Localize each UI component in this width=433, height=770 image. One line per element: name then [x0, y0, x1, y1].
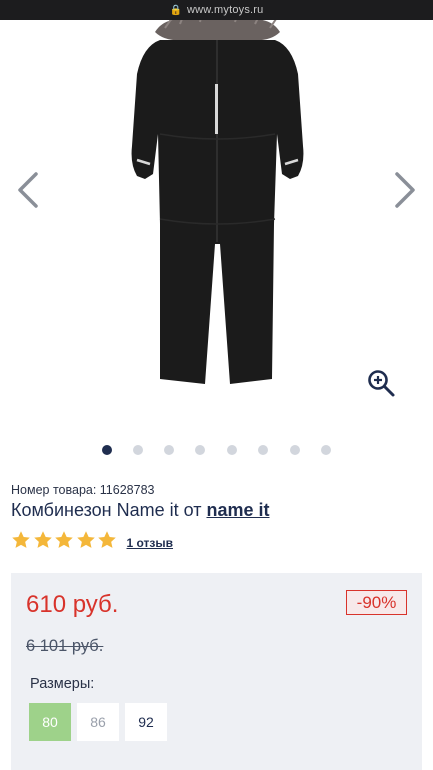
browser-address-bar[interactable]: 🔒 www.mytoys.ru: [0, 0, 433, 20]
size-option[interactable]: 80: [29, 703, 71, 741]
pagination-dot[interactable]: [164, 445, 174, 455]
chevron-left-icon[interactable]: [14, 170, 44, 210]
brand-link[interactable]: name it: [206, 500, 269, 520]
star-icon: [98, 531, 116, 548]
chevron-right-icon[interactable]: [389, 170, 419, 210]
sizes-label: Размеры:: [30, 676, 95, 692]
size-option: 86: [77, 703, 119, 741]
discount-badge: -90%: [346, 590, 407, 615]
star-icon: [33, 531, 52, 548]
pagination-dot[interactable]: [102, 445, 112, 455]
lock-icon: 🔒: [169, 4, 182, 16]
rating-stars: [11, 530, 119, 550]
pagination-dot[interactable]: [227, 445, 237, 455]
size-option[interactable]: 92: [125, 703, 167, 741]
gallery-pagination: [0, 444, 433, 456]
current-price: 610 руб.: [26, 591, 119, 618]
url-text: www.mytoys.ru: [186, 4, 264, 16]
product-title: Комбинезон Name it от name it: [11, 500, 270, 521]
star-icon: [12, 531, 30, 548]
old-price: 6 101 руб.: [26, 637, 104, 655]
product-sku: Номер товара: 11628783: [11, 483, 155, 497]
star-icon: [76, 531, 95, 548]
pagination-dot[interactable]: [290, 445, 300, 455]
pagination-dot[interactable]: [321, 445, 331, 455]
star-icon: [55, 531, 73, 548]
pagination-dot[interactable]: [258, 445, 268, 455]
pagination-dot[interactable]: [133, 445, 143, 455]
price-panel: 610 руб. -90% 6 101 руб. Размеры: 80 86 92: [11, 573, 422, 770]
product-rating: 1 отзыв: [11, 530, 173, 550]
reviews-link[interactable]: 1 отзыв: [127, 536, 174, 550]
product-title-text: Комбинезон Name it от: [11, 500, 202, 520]
product-gallery[interactable]: [0, 20, 433, 440]
size-selector: 80 86 92: [29, 703, 167, 741]
pagination-dot[interactable]: [195, 445, 205, 455]
product-image: [131, 20, 304, 384]
zoom-in-icon[interactable]: [366, 368, 396, 398]
